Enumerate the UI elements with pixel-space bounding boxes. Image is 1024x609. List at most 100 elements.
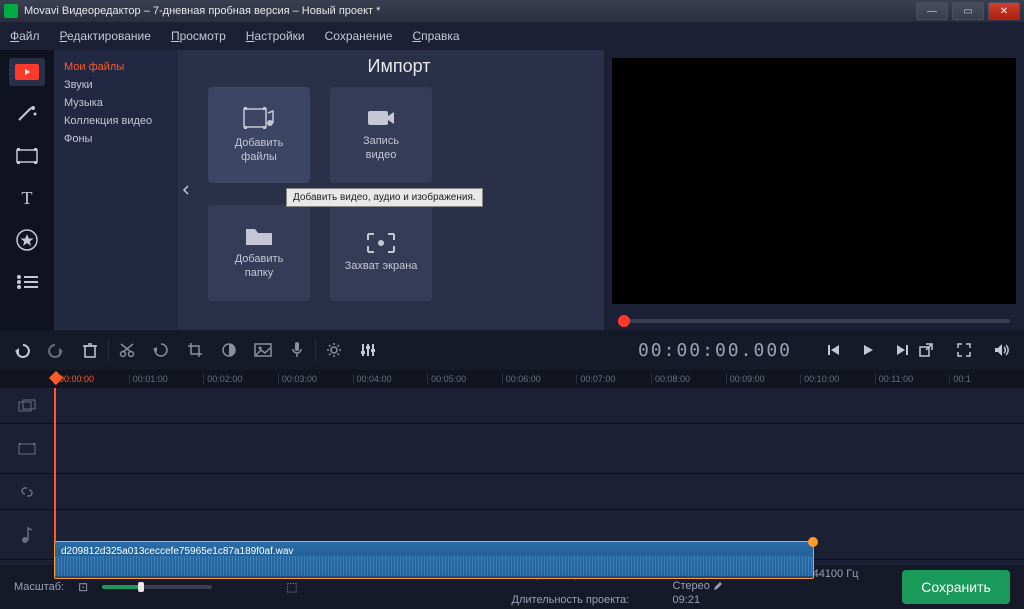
menu-file[interactable]: Файл [10,29,40,43]
ruler-tick: 00:10:00 [800,374,875,384]
tool-import[interactable] [9,58,45,86]
source-item-sounds[interactable]: Звуки [64,76,168,94]
tile-add-folder-label: Добавить папку [235,253,284,281]
tile-add-folder[interactable]: Добавить папку [208,205,310,301]
menu-edit[interactable]: Редактирование [60,29,151,43]
tool-filters[interactable] [9,100,45,128]
tile-record-video[interactable]: Запись видео [330,87,432,183]
mic-button[interactable] [285,338,309,362]
tool-stickers[interactable] [9,226,45,254]
film-music-icon [242,105,276,131]
rotate-button[interactable] [149,338,173,362]
volume-button[interactable] [990,338,1014,362]
sliders-icon [360,342,376,358]
track-link[interactable] [0,474,1024,510]
play-icon [861,343,875,357]
source-item-backgrounds[interactable]: Фоны [64,130,168,148]
zoom-slider[interactable] [102,585,212,589]
ruler-tick: 00:08:00 [651,374,726,384]
ruler-tick: 00:02:00 [203,374,278,384]
delete-button[interactable] [78,338,102,362]
zoom-thumb[interactable] [138,582,144,592]
scrub-thumb[interactable] [618,315,630,327]
import-title: Импорт [208,56,590,77]
tile-add-files-label: Добавить файлы [235,137,284,165]
track-overlay[interactable] [0,388,1024,424]
magic-wand-icon [15,104,39,124]
save-button[interactable]: Сохранить [902,570,1010,604]
tool-transitions[interactable] [9,142,45,170]
clip-props-button[interactable] [322,338,346,362]
overlay-track-icon [18,399,36,413]
tool-titles[interactable]: T [9,184,45,212]
track-audio[interactable]: d209812d325a013ceccefe75965e1c87a189f0af… [0,510,1024,560]
contrast-icon [221,342,237,358]
tool-sidebar: T [0,50,54,330]
menu-help[interactable]: Справка [412,29,459,43]
import-panel: Импорт Добавить файлы Запись видео Добав… [194,50,604,330]
clip-waveform [55,556,813,576]
tool-more[interactable] [9,268,45,296]
tile-screen-capture-label: Захват экрана [345,260,418,274]
edit-toolbar: 00:00:00.000 [0,330,1024,370]
link-track-icon [20,485,34,499]
play-button[interactable] [856,338,880,362]
redo-icon [47,342,65,358]
menu-save[interactable]: Сохранение [325,29,393,43]
text-icon: T [17,188,37,208]
scissors-icon [119,342,135,358]
expand-icon [956,342,972,358]
mic-icon [290,341,304,359]
picture-button[interactable] [251,338,275,362]
audio-clip[interactable]: d209812d325a013ceccefe75965e1c87a189f0af… [54,541,814,579]
source-item-music[interactable]: Музыка [64,94,168,112]
zoom-fit-icon[interactable]: ⊡ [78,580,88,594]
tile-add-files[interactable]: Добавить файлы [208,87,310,183]
project-duration-value: 09:21 [673,594,888,606]
playhead-line[interactable] [54,388,56,565]
next-button[interactable] [890,338,914,362]
menu-settings[interactable]: Настройки [246,29,305,43]
collapse-source-panel[interactable] [178,50,194,330]
menu-view[interactable]: Просмотр [171,29,226,43]
rotate-icon [153,342,169,358]
window-maximize-button[interactable]: ▭ [952,2,984,20]
project-duration-label: Длительность проекта: [512,594,667,606]
svg-text:T: T [22,188,33,208]
track-video[interactable] [0,424,1024,474]
window-minimize-button[interactable]: — [916,2,948,20]
zoom-fit-width-icon[interactable]: ⬚ [286,580,297,594]
list-icon [16,274,38,290]
image-icon [254,343,272,357]
fullscreen-button[interactable] [952,338,976,362]
ruler-tick: 00:00:00 [54,374,129,384]
preview-scrubber[interactable] [604,312,1024,330]
crop-button[interactable] [183,338,207,362]
source-panel: Мои файлы Звуки Музыка Коллекция видео Ф… [54,50,178,330]
ruler-tick: 00:09:00 [726,374,801,384]
ruler-tick: 00:11:00 [875,374,950,384]
camera-icon [364,107,398,129]
cut-button[interactable] [115,338,139,362]
undo-button[interactable] [10,338,34,362]
redo-button[interactable] [44,338,68,362]
preview-screen[interactable] [612,58,1016,304]
ruler-tick: 00:03:00 [278,374,353,384]
skip-forward-icon [895,343,909,357]
clip-end-handle[interactable] [808,537,818,547]
window-close-button[interactable]: ✕ [988,2,1020,20]
import-icon [13,62,41,82]
tooltip-add-files: Добавить видео, аудио и изображения. [286,188,483,207]
color-button[interactable] [217,338,241,362]
skip-back-icon [827,343,841,357]
music-track-icon [20,526,34,544]
source-item-my-files[interactable]: Мои файлы [64,58,168,76]
tile-screen-capture[interactable]: Захват экрана [330,205,432,301]
timeline-ruler[interactable]: 00:00:00 00:01:00 00:02:00 00:03:00 00:0… [0,370,1024,388]
detach-button[interactable] [914,338,938,362]
source-item-video-collection[interactable]: Коллекция видео [64,112,168,130]
equalizer-button[interactable] [356,338,380,362]
prev-button[interactable] [822,338,846,362]
ruler-tick: 00:07:00 [576,374,651,384]
ruler-tick: 00:04:00 [353,374,428,384]
